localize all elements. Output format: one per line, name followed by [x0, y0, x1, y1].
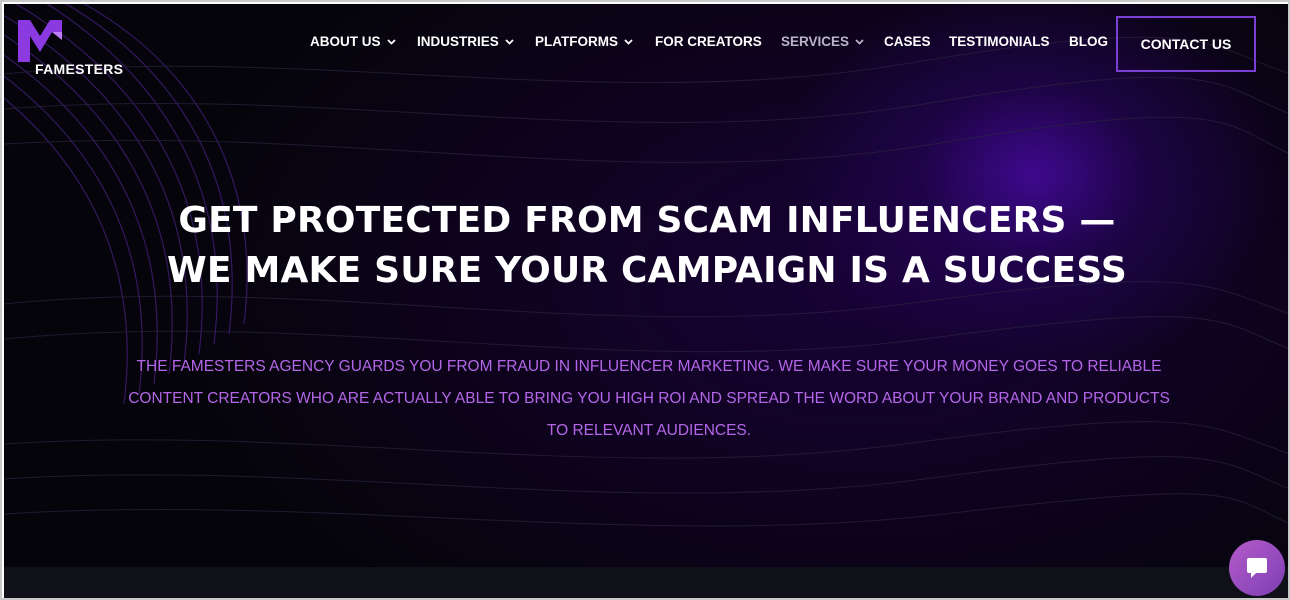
- nav-item-label: CASES: [884, 34, 931, 49]
- chevron-down-icon: [855, 38, 864, 45]
- nav-item-label: TESTIMONIALS: [949, 34, 1050, 49]
- chevron-down-icon: [624, 38, 633, 45]
- contact-us-button[interactable]: CONTACT US: [1116, 16, 1256, 72]
- nav-item-industries[interactable]: INDUSTRIES: [417, 34, 514, 49]
- nav-item-blog[interactable]: BLOG: [1069, 34, 1108, 49]
- nav-item-platforms[interactable]: PLATFORMS: [535, 34, 633, 49]
- nav-item-services[interactable]: SERVICES: [781, 34, 864, 49]
- famesters-logo[interactable]: FAMESTERS: [16, 16, 136, 77]
- logo-wordmark: FAMESTERS: [35, 61, 124, 77]
- hero-section: FAMESTERS ABOUT US INDUSTRIES PLATFORMS …: [4, 4, 1288, 567]
- next-section-edge: [4, 567, 1288, 598]
- nav-item-label: PLATFORMS: [535, 34, 618, 49]
- hero-description: THE FAMESTERS AGENCY GUARDS YOU FROM FRA…: [84, 351, 1214, 447]
- chat-bubble-icon: [1247, 558, 1267, 578]
- chevron-down-icon: [386, 38, 396, 45]
- nav-item-testimonials[interactable]: TESTIMONIALS: [949, 34, 1050, 49]
- nav-item-cases[interactable]: CASES: [884, 34, 931, 49]
- hero-description-line-3: TO RELEVANT AUDIENCES.: [546, 422, 752, 439]
- chevron-down-icon: [505, 38, 514, 45]
- nav-item-for-creators[interactable]: FOR CREATORS: [655, 34, 762, 49]
- browser-viewport: FAMESTERS ABOUT US INDUSTRIES PLATFORMS …: [0, 0, 1290, 600]
- hero-description-line-1: THE FAMESTERS AGENCY GUARDS YOU FROM FRA…: [136, 358, 1162, 375]
- hero-headline-line-2: WE MAKE SURE YOUR CAMPAIGN IS A SUCCESS: [167, 250, 1127, 291]
- nav-item-label: BLOG: [1069, 34, 1108, 49]
- hero-headline: GET PROTECTED FROM SCAM INFLUENCERS — WE…: [64, 196, 1230, 296]
- hero-headline-line-1: GET PROTECTED FROM SCAM INFLUENCERS —: [178, 200, 1116, 241]
- nav-item-label: FOR CREATORS: [655, 34, 762, 49]
- nav-item-label: ABOUT US: [310, 34, 381, 49]
- hero-description-line-2: CONTENT CREATORS WHO ARE ACTUALLY ABLE T…: [128, 390, 1170, 407]
- famesters-logo-mark-icon: [18, 20, 62, 62]
- nav-item-label: SERVICES: [781, 34, 850, 49]
- nav-item-label: INDUSTRIES: [417, 34, 499, 49]
- nav-item-about-us[interactable]: ABOUT US: [310, 34, 396, 49]
- chat-widget-button[interactable]: [1229, 540, 1285, 596]
